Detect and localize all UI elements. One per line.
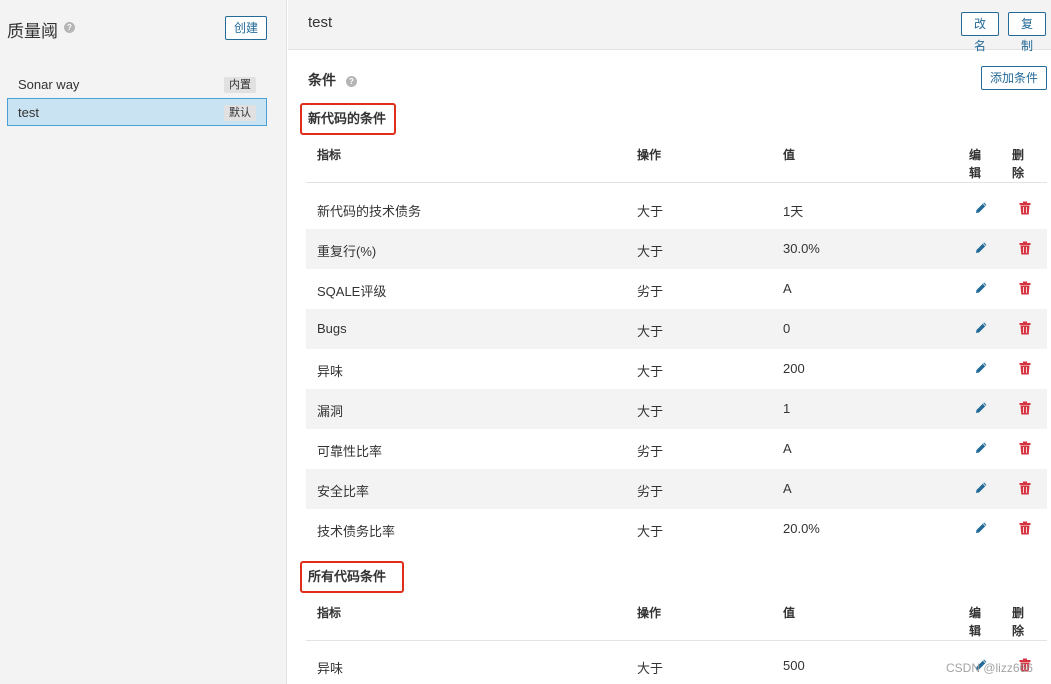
page-title: test	[308, 14, 333, 31]
metric-cell: 安全比率	[317, 484, 370, 499]
pencil-icon[interactable]	[974, 441, 988, 455]
trash-icon[interactable]	[1018, 281, 1032, 295]
overall-code-section-label: 所有代码条件	[300, 561, 404, 593]
value-cell: 1	[783, 401, 791, 416]
metric-cell: 异味	[317, 364, 344, 379]
metric-cell: 技术债务比率	[317, 524, 396, 539]
value-cell: 200	[783, 361, 805, 376]
sidebar-header: 质量阈 ? 创建	[0, 0, 287, 50]
operator-cell: 大于	[637, 661, 664, 676]
operator-cell: 大于	[637, 404, 664, 419]
quality-gate-name: Sonar way	[18, 77, 80, 92]
sidebar-title-text: 质量阈	[7, 22, 58, 41]
table-row: SQALE评级 劣于 A	[306, 269, 1047, 309]
table-row: Bugs 大于 0	[306, 309, 1047, 349]
pencil-icon[interactable]	[974, 481, 988, 495]
default-badge: 默认	[224, 105, 256, 121]
table-row: 可靠性比率 劣于 A	[306, 429, 1047, 469]
copy-button[interactable]: 复制	[1008, 12, 1046, 53]
pencil-icon[interactable]	[974, 361, 988, 375]
value-cell: 0	[783, 321, 791, 336]
metric-cell: Bugs	[317, 321, 347, 336]
operator-cell: 劣于	[637, 284, 664, 299]
column-header-delete: 删除	[1012, 148, 1025, 180]
metric-cell: 新代码的技术债务	[317, 204, 422, 219]
help-icon[interactable]: ?	[64, 22, 75, 33]
column-header-operator: 操作	[637, 606, 662, 620]
trash-icon[interactable]	[1018, 481, 1032, 495]
quality-gate-item[interactable]: Sonar way 内置	[7, 70, 267, 98]
table-header: 指标 操作 值 编辑 删除	[306, 597, 1047, 641]
quality-gate-name: test	[18, 105, 39, 120]
table-row: 异味 大于 200	[306, 349, 1047, 389]
table-row: 重复行(%) 大于 30.0%	[306, 229, 1047, 269]
new-code-section-label: 新代码的条件	[300, 103, 396, 135]
watermark: CSDN @lizz666	[946, 661, 1033, 675]
column-header-edit: 编辑	[969, 148, 982, 180]
column-header-metric: 指标	[317, 148, 342, 162]
trash-icon[interactable]	[1018, 441, 1032, 455]
add-condition-button[interactable]: 添加条件	[981, 66, 1047, 90]
column-header-metric: 指标	[317, 606, 342, 620]
pencil-icon[interactable]	[974, 521, 988, 535]
metric-cell: 可靠性比率	[317, 444, 383, 459]
value-cell: 30.0%	[783, 241, 820, 256]
pencil-icon[interactable]	[974, 281, 988, 295]
trash-icon[interactable]	[1018, 401, 1032, 415]
main-panel: test 改名 复制 条件 ? 添加条件 新代码的条件 指标 操作 值 编辑 删…	[288, 0, 1051, 684]
column-header-delete: 删除	[1012, 606, 1025, 638]
operator-cell: 劣于	[637, 444, 664, 459]
column-header-value: 值	[783, 606, 796, 620]
pencil-icon[interactable]	[974, 241, 988, 255]
table-row: 新代码的技术债务 大于 1天	[306, 189, 1047, 229]
value-cell: A	[783, 441, 792, 456]
create-button[interactable]: 创建	[225, 16, 267, 40]
column-header-value: 值	[783, 148, 796, 162]
pencil-icon[interactable]	[974, 201, 988, 215]
value-cell: A	[783, 281, 792, 296]
column-header-operator: 操作	[637, 148, 662, 162]
operator-cell: 大于	[637, 324, 664, 339]
table-row: 异味 大于 500	[306, 646, 1047, 684]
column-header-edit: 编辑	[969, 606, 982, 638]
builtin-badge: 内置	[224, 77, 256, 93]
trash-icon[interactable]	[1018, 521, 1032, 535]
metric-cell: SQALE评级	[317, 284, 387, 299]
metric-cell: 漏洞	[317, 404, 344, 419]
operator-cell: 大于	[637, 244, 664, 259]
metric-cell: 异味	[317, 661, 344, 676]
main-header: test 改名 复制	[288, 0, 1051, 53]
conditions-title: 条件 ?	[308, 70, 357, 90]
pencil-icon[interactable]	[974, 401, 988, 415]
trash-icon[interactable]	[1018, 201, 1032, 215]
metric-cell: 重复行(%)	[317, 244, 377, 259]
trash-icon[interactable]	[1018, 321, 1032, 335]
table-header: 指标 操作 值 编辑 删除	[306, 139, 1047, 183]
conditions-title-text: 条件	[308, 72, 336, 88]
sidebar: 质量阈 ? 创建 Sonar way 内置 test 默认	[0, 0, 287, 684]
rename-button[interactable]: 改名	[961, 12, 999, 53]
quality-gate-list: Sonar way 内置 test 默认	[7, 70, 267, 126]
pencil-icon[interactable]	[974, 321, 988, 335]
operator-cell: 劣于	[637, 484, 664, 499]
operator-cell: 大于	[637, 364, 664, 379]
operator-cell: 大于	[637, 524, 664, 539]
help-icon[interactable]: ?	[345, 75, 357, 87]
value-cell: 500	[783, 658, 805, 673]
value-cell: 20.0%	[783, 521, 820, 536]
quality-gate-item-selected[interactable]: test 默认	[7, 98, 267, 126]
value-cell: 1天	[783, 204, 804, 219]
operator-cell: 大于	[637, 204, 664, 219]
trash-icon[interactable]	[1018, 241, 1032, 255]
table-row: 漏洞 大于 1	[306, 389, 1047, 429]
trash-icon[interactable]	[1018, 361, 1032, 375]
sidebar-title: 质量阈 ?	[7, 17, 75, 42]
value-cell: A	[783, 481, 792, 496]
table-row: 安全比率 劣于 A	[306, 469, 1047, 509]
table-row: 技术债务比率 大于 20.0%	[306, 509, 1047, 549]
